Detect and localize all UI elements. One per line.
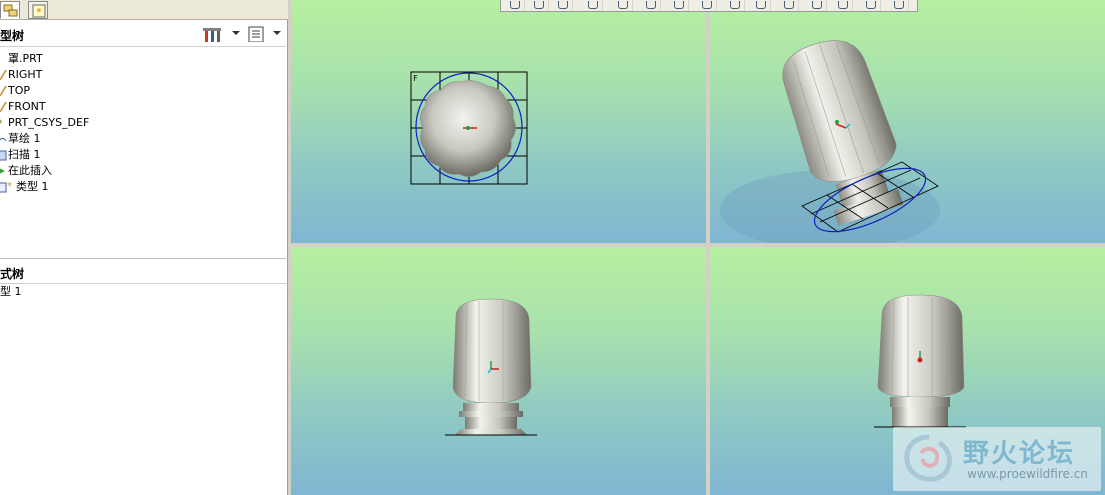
- tree-item-label: 扫描 1: [8, 148, 41, 161]
- zoom-in-icon: [534, 1, 544, 9]
- datum-axes-icon: [756, 1, 766, 9]
- layer-tree-title: 式树: [0, 267, 25, 281]
- proe-window: * 型树 罩.PRT RIGHT TOP FRONT PRT_CSYS_DEF …: [0, 0, 1105, 495]
- tree-item-label: 型 1: [0, 285, 22, 298]
- favorites-icon: *: [32, 4, 46, 18]
- zoom-out-icon: [558, 1, 568, 9]
- svg-text:*: *: [7, 181, 12, 190]
- repaint-button[interactable]: [583, 0, 603, 11]
- viewport-isometric-view[interactable]: [710, 0, 1105, 243]
- tree-item-label: FRONT: [8, 100, 46, 113]
- csys-display-button[interactable]: [807, 0, 827, 11]
- tree-item-front[interactable]: FRONT: [0, 99, 89, 115]
- settings-tools-icon[interactable]: [203, 26, 221, 42]
- annotations-button[interactable]: [833, 0, 853, 11]
- model-tree: 罩.PRT RIGHT TOP FRONT * PRT_CSYS_DEF 草绘 …: [0, 51, 89, 195]
- datum-planes-icon: [730, 1, 740, 9]
- forum-logo-icon: [904, 434, 952, 482]
- layers-button[interactable]: [861, 0, 881, 11]
- tree-item-label: 罩.PRT: [8, 52, 43, 65]
- tree-item-label: PRT_CSYS_DEF: [8, 116, 90, 129]
- tree-item-layer[interactable]: 型 1: [0, 284, 22, 300]
- tree-item-top[interactable]: TOP: [0, 83, 89, 99]
- chevron-down-icon[interactable]: [232, 31, 240, 35]
- datum-axes-button[interactable]: [751, 0, 771, 11]
- datum-points-button[interactable]: [779, 0, 799, 11]
- zoom-in-button[interactable]: [529, 0, 549, 11]
- front-view-drawing: [445, 298, 537, 436]
- sweep-icon: [0, 150, 7, 161]
- chevron-down-icon[interactable]: [273, 31, 281, 35]
- tab-model-tree[interactable]: [0, 1, 20, 19]
- insert-here-icon: [0, 168, 5, 174]
- regen-icon: [894, 1, 904, 9]
- zoom-window-button[interactable]: [505, 0, 525, 11]
- spin-center-button[interactable]: [697, 0, 717, 11]
- datum-plane-icon: [0, 102, 7, 112]
- tree-item-label: 在此插入: [8, 164, 52, 177]
- tree-item-sketch[interactable]: 草绘 1: [0, 131, 89, 147]
- datum-planes-button[interactable]: [725, 0, 745, 11]
- viewport-top-view[interactable]: F: [291, 0, 706, 243]
- show-list-icon[interactable]: [248, 26, 266, 42]
- forum-watermark: 野火论坛 www.proewildfire.cn: [893, 427, 1101, 491]
- tree-item-part[interactable]: 罩.PRT: [0, 51, 89, 67]
- view-orientation-icon: F: [413, 74, 418, 83]
- model-tree-header: 型树: [0, 21, 286, 47]
- layers-icon: [866, 1, 876, 9]
- zoom-out-button[interactable]: [553, 0, 573, 11]
- saved-views-icon: [646, 1, 656, 9]
- shading-icon: [618, 1, 628, 9]
- tree-item-sweep[interactable]: 扫描 1: [0, 147, 89, 163]
- navigator-tabbar: *: [0, 0, 288, 20]
- tree-item-label: RIGHT: [8, 68, 43, 81]
- navigator-panel: * 型树 罩.PRT RIGHT TOP FRONT PRT_CSYS_DEF …: [0, 0, 288, 495]
- repaint-icon: [588, 1, 598, 9]
- saved-views-button[interactable]: [641, 0, 661, 11]
- model-tree-title: 型树: [0, 29, 25, 43]
- pattern-star-icon: *: [7, 181, 12, 190]
- tree-item-pattern[interactable]: 类型 1 *: [0, 179, 89, 195]
- model-tree-icon: [3, 4, 18, 17]
- csys-icon: *: [0, 119, 3, 129]
- datum-points-icon: [784, 1, 794, 9]
- top-view-drawing: F: [410, 71, 528, 185]
- layer-tree: 型 1: [0, 284, 22, 300]
- tree-item-label: TOP: [8, 84, 31, 97]
- tree-item-insert-here[interactable]: 在此插入: [0, 163, 89, 179]
- shading-button[interactable]: [613, 0, 633, 11]
- pattern-icon: [0, 182, 7, 193]
- tab-favorites[interactable]: *: [28, 1, 48, 19]
- tree-item-csys[interactable]: * PRT_CSYS_DEF: [0, 115, 89, 131]
- sketch-icon: [0, 137, 7, 142]
- isometric-view-drawing: [720, 40, 940, 243]
- tree-item-label: 草绘 1: [8, 132, 41, 145]
- zoom-window-icon: [510, 1, 520, 9]
- watermark-url: www.proewildfire.cn: [967, 467, 1088, 481]
- view-manager-icon: [674, 1, 684, 9]
- tree-item-right[interactable]: RIGHT: [0, 67, 89, 83]
- annotations-icon: [838, 1, 848, 9]
- viewport-front-view[interactable]: [291, 247, 706, 495]
- regen-button[interactable]: [889, 0, 909, 11]
- svg-text:*: *: [37, 7, 42, 18]
- view-manager-button[interactable]: [669, 0, 689, 11]
- layer-tree-header: 式树: [0, 258, 286, 284]
- datum-plane-icon: [0, 70, 7, 80]
- view-toolbar: [500, 0, 918, 12]
- svg-text:*: *: [0, 119, 3, 129]
- watermark-title: 野火论坛: [963, 439, 1076, 469]
- csys-display-icon: [812, 1, 822, 9]
- spin-center-icon: [702, 1, 712, 9]
- datum-plane-icon: [0, 86, 7, 96]
